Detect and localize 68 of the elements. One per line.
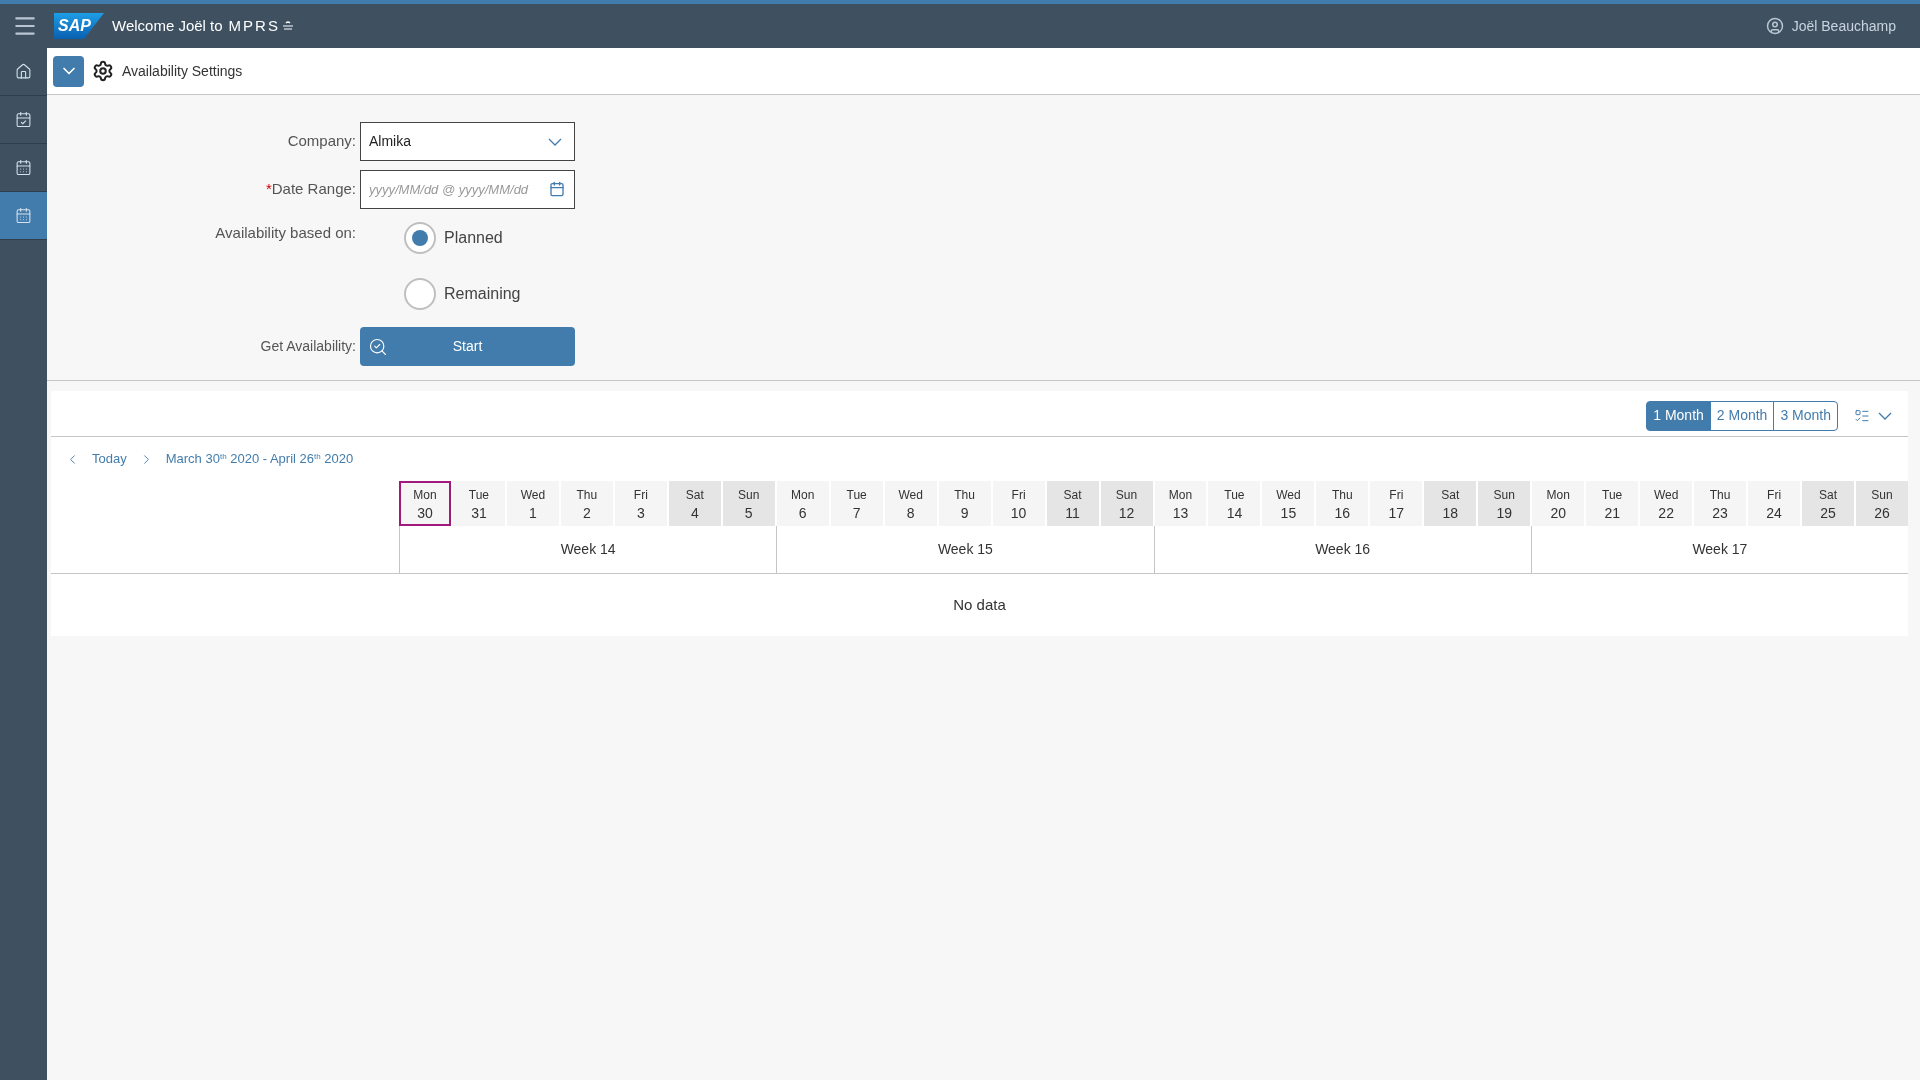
calendar-icon[interactable] xyxy=(549,181,565,197)
collapse-button[interactable] xyxy=(53,55,84,87)
day-header: Sat 25 xyxy=(1802,481,1855,526)
day-header: Fri 17 xyxy=(1370,481,1423,526)
day-header: Thu 16 xyxy=(1316,481,1369,526)
user-name[interactable]: Joël Beauchamp xyxy=(1791,15,1896,37)
date-range-field[interactable]: yyyy/MM/dd @ yyyy/MM/dd xyxy=(360,170,575,209)
basis-label: Availability based on: xyxy=(214,223,357,243)
list-icon[interactable] xyxy=(1854,407,1870,424)
radio-label: Planned xyxy=(444,228,503,248)
day-header: Wed 15 xyxy=(1262,481,1315,526)
page-title: Availability Settings xyxy=(122,61,243,81)
no-data-text: No data xyxy=(953,594,1006,615)
day-header: Mon 20 xyxy=(1532,481,1585,526)
user-icon[interactable] xyxy=(1765,17,1784,35)
day-header: Sat 4 xyxy=(668,481,721,526)
day-header: Fri 3 xyxy=(614,481,667,526)
day-header: Sun 19 xyxy=(1478,481,1531,526)
day-header: Tue 7 xyxy=(830,481,883,526)
home-icon xyxy=(15,63,32,80)
radio-label: Remaining xyxy=(444,284,521,304)
day-header: Mon 13 xyxy=(1154,481,1207,526)
day-header: Thu 23 xyxy=(1694,481,1747,526)
day-header: Tue 21 xyxy=(1586,481,1639,526)
day-header: Sat 11 xyxy=(1046,481,1099,526)
day-header: Wed 8 xyxy=(884,481,937,526)
date-range-text: March 30$^{th}$ 2020 - April 26$^{th}$ 2020 xyxy=(165,450,354,469)
company-value: Almika xyxy=(369,132,411,151)
range-tab[interactable]: 3 Month xyxy=(1773,400,1838,431)
radio-button[interactable] xyxy=(404,222,436,254)
calendar-icon xyxy=(15,111,32,128)
brand-text: MPRS xyxy=(228,15,280,36)
date-range-label: *Date Range: xyxy=(264,179,357,200)
week-label: Week 14 xyxy=(560,540,616,559)
calendar-icon xyxy=(15,207,32,224)
day-header: Tue 31 xyxy=(452,481,505,526)
day-header: Wed 22 xyxy=(1640,481,1693,526)
week-label: Week 16 xyxy=(1315,540,1371,559)
company-dropdown[interactable]: Almika xyxy=(360,122,575,161)
waves-icon xyxy=(281,21,294,31)
chevron-down-icon[interactable] xyxy=(1878,411,1892,420)
logo: SAP xyxy=(54,13,104,39)
week-label: Week 17 xyxy=(1692,540,1748,559)
today-link[interactable]: Today xyxy=(92,449,127,469)
nav-item[interactable] xyxy=(0,192,47,240)
day-header: Sun 12 xyxy=(1100,481,1153,526)
calendar-icon xyxy=(15,159,32,176)
day-header: Mon 6 xyxy=(776,481,829,526)
company-label: Company: xyxy=(286,131,357,152)
day-header: Sun 26 xyxy=(1856,481,1908,526)
day-header: Wed 1 xyxy=(506,481,559,526)
day-header: Thu 2 xyxy=(560,481,613,526)
radio-button[interactable] xyxy=(404,278,436,310)
day-header: Mon 30 xyxy=(399,481,451,526)
day-header: Tue 14 xyxy=(1208,481,1261,526)
week-label: Week 15 xyxy=(937,540,993,559)
range-tab[interactable]: 1 Month xyxy=(1646,400,1711,431)
day-header: Fri 24 xyxy=(1748,481,1801,526)
chevron-down-icon xyxy=(548,137,562,146)
day-header: Sat 18 xyxy=(1424,481,1477,526)
range-tab[interactable]: 2 Month xyxy=(1709,400,1775,431)
start-button[interactable]: Start xyxy=(360,327,575,366)
day-header: Thu 9 xyxy=(938,481,991,526)
day-header: Fri 10 xyxy=(992,481,1045,526)
gear-icon xyxy=(92,60,114,82)
get-availability-label: Get Availability: xyxy=(259,337,357,356)
welcome-text: Welcome Joël to xyxy=(112,15,223,36)
day-header: Sun 5 xyxy=(722,481,775,526)
